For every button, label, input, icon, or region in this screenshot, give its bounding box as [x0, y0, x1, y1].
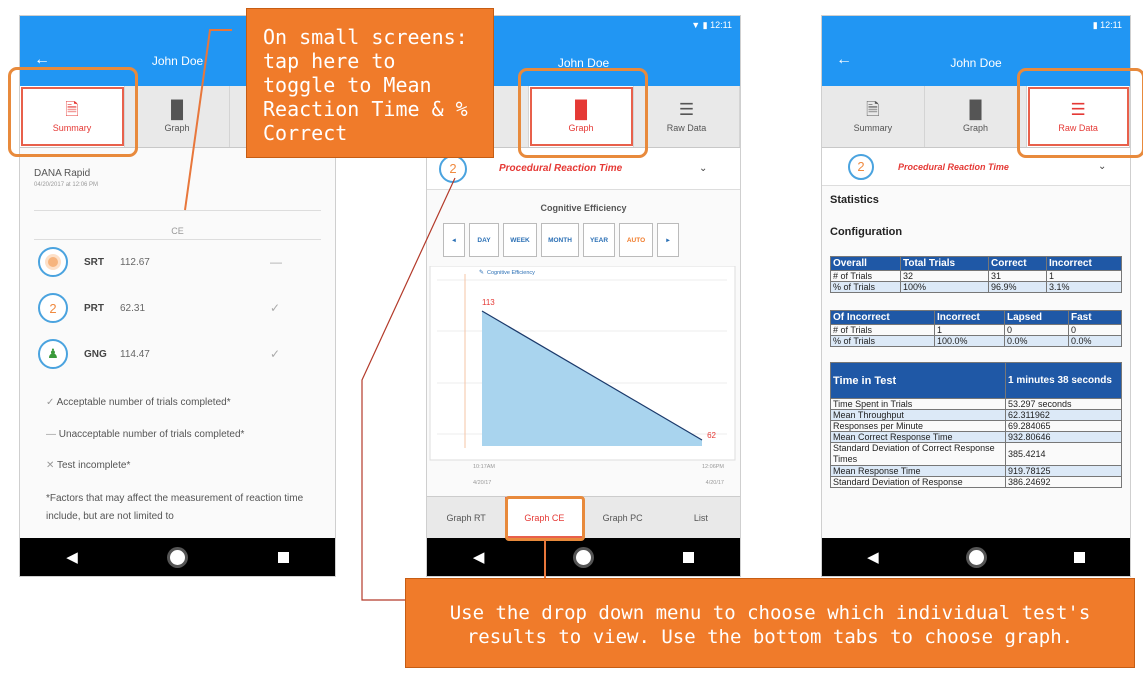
connector-line	[361, 177, 456, 601]
callout-text: Use the drop down menu to choose which i…	[449, 602, 1091, 648]
connector-line	[184, 29, 232, 211]
callout-text: On small screens: tap here to toggle to …	[263, 25, 468, 145]
callout-dropdown-hint: Use the drop down menu to choose which i…	[405, 578, 1135, 668]
callout-toggle-hint: On small screens: tap here to toggle to …	[246, 8, 494, 158]
callout-connector-lines	[184, 29, 546, 601]
